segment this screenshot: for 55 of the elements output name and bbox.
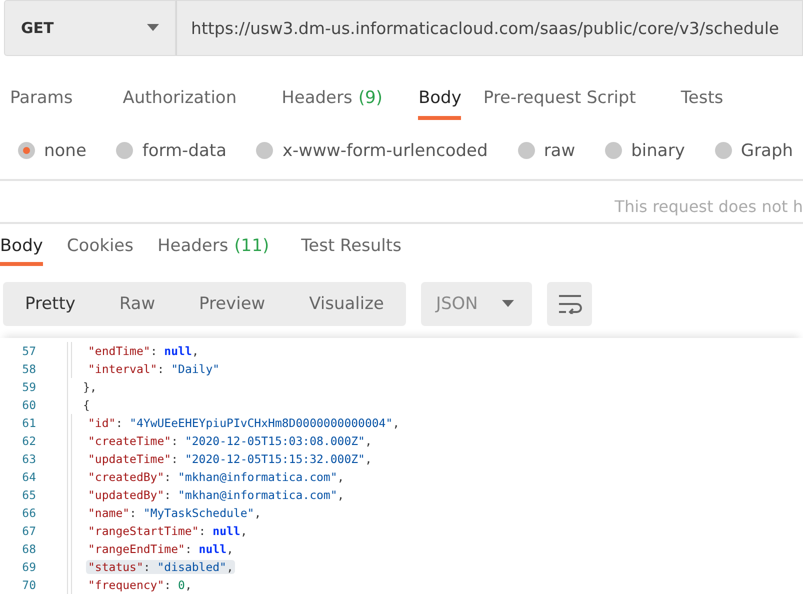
response-tab[interactable]: Test Results: [301, 236, 402, 266]
body-type-radio[interactable]: x-www-form-urlencoded: [256, 140, 488, 160]
code-line: "interval": "Daily": [87, 362, 221, 376]
line-number: 58: [21, 362, 36, 376]
caret-icon: [502, 300, 514, 308]
code-line: "id": "4YwUEeEHEYpiuPIvCHxHm8D0000000000004",: [87, 416, 401, 430]
wrap-lines-button[interactable]: [547, 282, 592, 326]
line-number: 61: [21, 416, 36, 430]
line-number: 69: [21, 560, 36, 574]
body-type-radio[interactable]: Graph: [714, 140, 794, 160]
line-number: 70: [21, 578, 36, 592]
line-number: 59: [21, 380, 36, 394]
code-line: {: [82, 398, 91, 412]
body-type-radio[interactable]: binary: [605, 140, 685, 160]
response-tab[interactable]: Body: [0, 236, 43, 266]
line-number: 68: [21, 542, 36, 556]
format-dropdown[interactable]: JSON: [421, 282, 532, 326]
line-number: 64: [21, 470, 36, 484]
line-number: 57: [21, 344, 36, 358]
line-number: 66: [21, 506, 36, 520]
body-type-radio[interactable]: form-data: [116, 140, 226, 160]
body-message: This request does not h: [614, 197, 803, 216]
view-mode-tab[interactable]: Raw: [119, 294, 156, 314]
view-mode-tab[interactable]: Visualize: [309, 294, 384, 314]
response-tab[interactable]: Cookies: [66, 236, 134, 266]
view-mode-tab[interactable]: Pretty: [25, 294, 76, 314]
code-line: "name": "MyTaskSchedule",: [87, 506, 262, 520]
method-dropdown[interactable]: GET: [4, 0, 176, 56]
line-number: 65: [21, 488, 36, 502]
line-number: 62: [21, 434, 36, 448]
line-number: 67: [21, 524, 36, 538]
wrap-icon: [558, 294, 582, 314]
code-line: "createdBy": "mkhan@informatica.com",: [87, 470, 346, 484]
caret-icon: [147, 24, 159, 32]
response-tab[interactable]: Headers (11): [157, 236, 270, 266]
code-line: },: [82, 380, 98, 394]
request-tab[interactable]: Authorization: [122, 84, 237, 120]
body-type-radio[interactable]: raw: [518, 140, 576, 160]
code-line: "updatedBy": "mkhan@informatica.com",: [87, 488, 346, 502]
url-field[interactable]: https://usw3.dm-us.informaticacloud.com/saas/public/core/v3/schedule: [176, 0, 803, 56]
code-line: "createTime": "2020-12-05T15:03:08.000Z",: [87, 434, 373, 448]
code-line: "updateTime": "2020-12-05T15:15:32.000Z",: [87, 452, 373, 466]
request-tab[interactable]: Tests: [680, 84, 724, 120]
request-tab[interactable]: Headers (9): [282, 84, 382, 120]
body-type-radio[interactable]: none: [18, 140, 86, 160]
view-mode-tab[interactable]: Preview: [199, 294, 266, 314]
request-tab[interactable]: Params: [10, 84, 73, 120]
code-line: "endTime": null,: [87, 344, 200, 358]
line-number: 60: [21, 398, 36, 412]
request-tab[interactable]: Body: [418, 84, 462, 120]
code-line: "rangeStartTime": null,: [87, 524, 248, 538]
code-line: "rangeEndTime": null,: [87, 542, 234, 556]
line-number: 63: [21, 452, 36, 466]
code-line: "frequency": 0,: [87, 578, 193, 592]
request-tab[interactable]: Pre-request Script: [483, 84, 636, 120]
